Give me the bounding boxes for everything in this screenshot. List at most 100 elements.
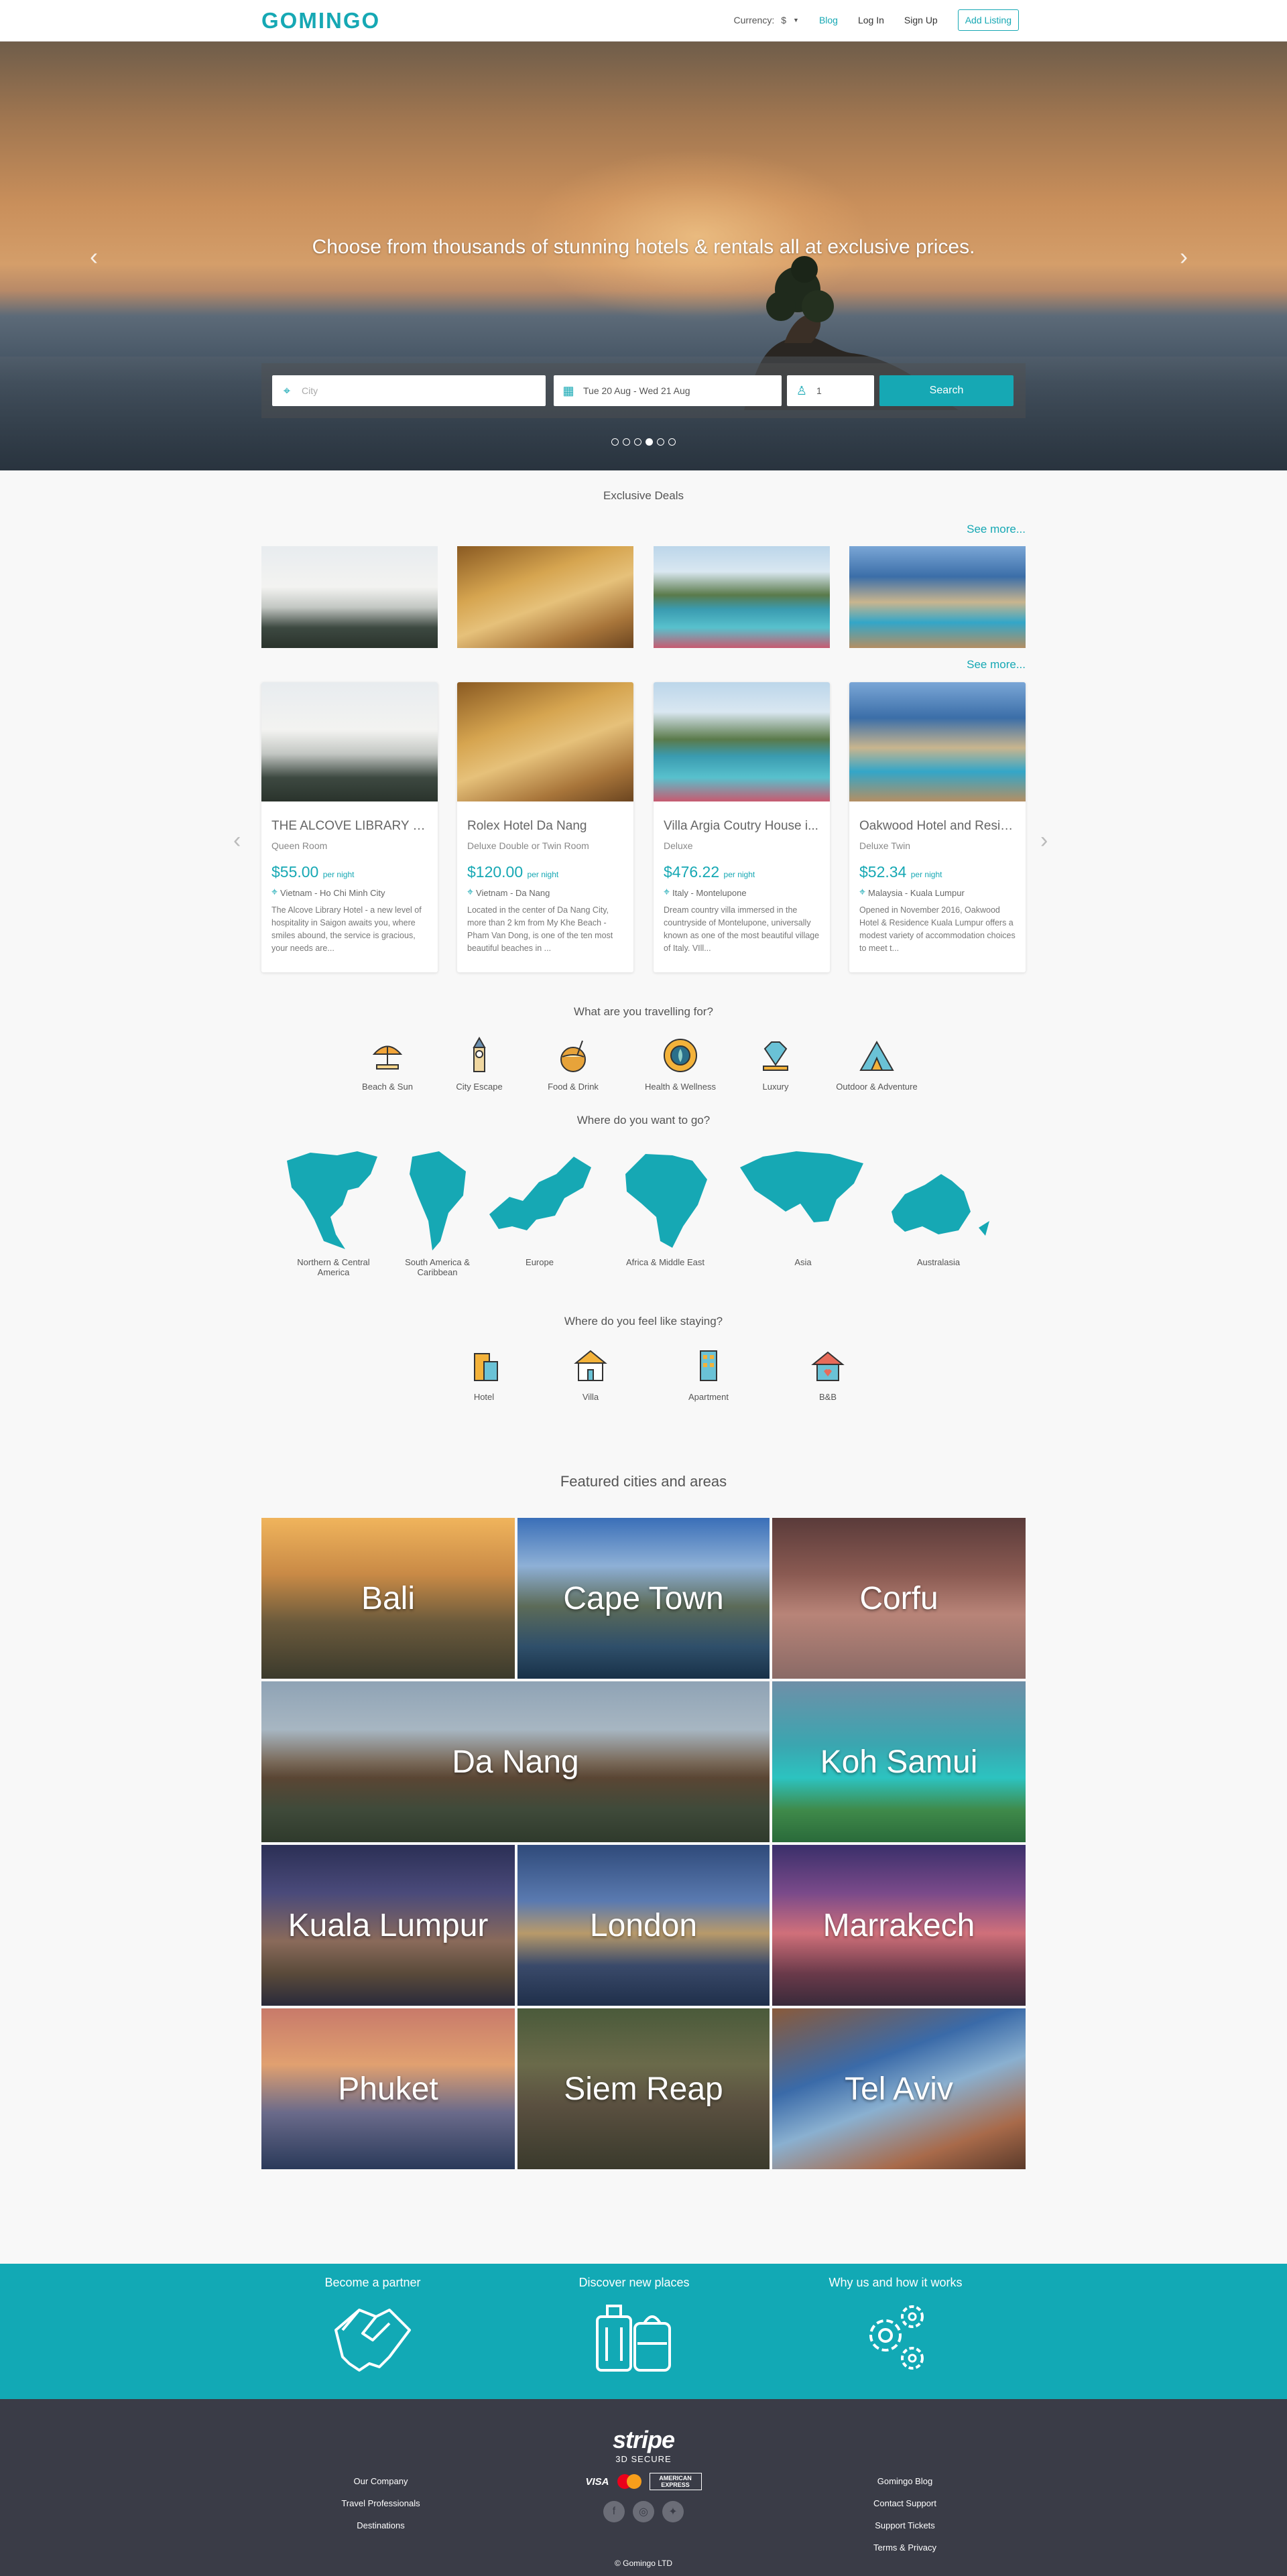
city-tile-marrakech[interactable]: Marrakech bbox=[772, 1845, 1026, 2006]
footer-link[interactable]: Travel Professionals bbox=[307, 2492, 454, 2514]
instagram-icon[interactable]: ◎ bbox=[633, 2501, 654, 2522]
region-asia[interactable]: Asia bbox=[736, 1147, 870, 1267]
city-tile-london[interactable]: London bbox=[517, 1845, 770, 2006]
deal-thumb[interactable] bbox=[457, 546, 633, 648]
city-tile-da-nang[interactable]: Da Nang bbox=[261, 1681, 770, 1842]
region-europe[interactable]: Europe bbox=[483, 1147, 597, 1267]
slider-dot[interactable] bbox=[623, 438, 630, 446]
search-button[interactable]: Search bbox=[879, 375, 1014, 406]
north-america-map-icon bbox=[286, 1151, 377, 1249]
deal-card[interactable]: Rolex Hotel Da Nang Deluxe Double or Twi… bbox=[457, 682, 633, 972]
region-south-america[interactable]: South America & Caribbean bbox=[399, 1147, 476, 1277]
slider-dot[interactable] bbox=[611, 438, 619, 446]
city-field[interactable]: ⌖ City bbox=[272, 375, 546, 406]
stay-label: Villa bbox=[582, 1392, 599, 1402]
deal-price: $120.00 per night bbox=[467, 863, 623, 881]
logo[interactable]: GOMINGO bbox=[261, 8, 380, 34]
stay-bnb[interactable]: B&B bbox=[778, 1346, 878, 1402]
become-partner[interactable]: Become a partner bbox=[265, 2276, 480, 2377]
footer-link[interactable]: Contact Support bbox=[831, 2492, 979, 2514]
signup-link[interactable]: Sign Up bbox=[904, 15, 938, 25]
twitter-icon[interactable]: ✦ bbox=[662, 2501, 684, 2522]
footer-right-links: Gomingo Blog Contact Support Support Tic… bbox=[831, 2470, 979, 2559]
chevron-left-icon[interactable]: ‹ bbox=[233, 828, 241, 854]
chevron-right-icon[interactable]: › bbox=[1180, 243, 1188, 271]
guests-field[interactable]: ♙ 1 bbox=[787, 375, 874, 406]
city-tile-siem-reap[interactable]: Siem Reap bbox=[517, 2008, 770, 2169]
travel-for-title: What are you travelling for? bbox=[574, 1005, 713, 1018]
city-tile-kuala-lumpur[interactable]: Kuala Lumpur bbox=[261, 1845, 515, 2006]
city-tile-tel-aviv[interactable]: Tel Aviv bbox=[772, 2008, 1026, 2169]
city-tile-koh-samui[interactable]: Koh Samui bbox=[772, 1681, 1026, 1842]
deal-thumb[interactable] bbox=[654, 546, 830, 648]
deal-thumb[interactable] bbox=[261, 546, 438, 648]
footer-link[interactable]: Support Tickets bbox=[831, 2514, 979, 2536]
stripe-logo: stripe bbox=[612, 2426, 675, 2453]
price-unit: per night bbox=[723, 870, 755, 879]
slider-dot[interactable] bbox=[668, 438, 676, 446]
band-label: Become a partner bbox=[324, 2276, 421, 2289]
why-us[interactable]: Why us and how it works bbox=[788, 2276, 1003, 2377]
location-pin-icon: ⌖ bbox=[283, 383, 291, 397]
payment-logos: VISA AMERICAN EXPRESS bbox=[0, 2473, 1287, 2490]
city-tile-bali[interactable]: Bali bbox=[261, 1518, 515, 1679]
region-africa[interactable]: Africa & Middle East bbox=[610, 1147, 721, 1267]
deal-thumb[interactable] bbox=[849, 546, 1026, 648]
deal-card[interactable]: Villa Argia Coutry House i... Deluxe $47… bbox=[654, 682, 830, 972]
city-tile-cape-town[interactable]: Cape Town bbox=[517, 1518, 770, 1679]
price-value: $55.00 bbox=[271, 863, 319, 881]
info-band: Become a partner Discover new places Why… bbox=[0, 2264, 1287, 2399]
price-unit: per night bbox=[322, 870, 355, 879]
visa-logo: VISA bbox=[585, 2475, 609, 2488]
currency-selector[interactable]: Currency: $ ▼ bbox=[734, 15, 799, 25]
stay-hotel[interactable]: Hotel bbox=[434, 1346, 534, 1402]
top-navbar: GOMINGO Currency: $ ▼ Blog Log In Sign U… bbox=[0, 0, 1287, 42]
category-city[interactable]: City Escape bbox=[429, 1035, 530, 1092]
footer-link[interactable]: Our Company bbox=[307, 2470, 454, 2492]
category-food[interactable]: Food & Drink bbox=[523, 1035, 623, 1092]
location-pin-icon: ⌖ bbox=[664, 887, 670, 898]
category-outdoor[interactable]: Outdoor & Adventure bbox=[826, 1035, 927, 1092]
city-name: Kuala Lumpur bbox=[288, 1907, 489, 1943]
deal-price: $476.22 per night bbox=[664, 863, 820, 881]
australasia-map-icon bbox=[892, 1174, 989, 1236]
see-more-link[interactable]: See more... bbox=[967, 523, 1026, 536]
blog-link[interactable]: Blog bbox=[819, 15, 838, 25]
category-health[interactable]: Health & Wellness bbox=[630, 1035, 731, 1092]
footer-link[interactable]: Destinations bbox=[307, 2514, 454, 2536]
date-field[interactable]: ▦ Tue 20 Aug - Wed 21 Aug bbox=[554, 375, 782, 406]
slider-dot-active[interactable] bbox=[646, 438, 653, 446]
deal-card[interactable]: Oakwood Hotel and Resid... Deluxe Twin $… bbox=[849, 682, 1026, 972]
deal-room: Deluxe Twin bbox=[859, 840, 911, 851]
stay-villa[interactable]: Villa bbox=[540, 1346, 641, 1402]
slider-dot[interactable] bbox=[657, 438, 664, 446]
city-tile-phuket[interactable]: Phuket bbox=[261, 2008, 515, 2169]
region-north-america[interactable]: Northern & Central America bbox=[282, 1147, 385, 1277]
region-australasia[interactable]: Australasia bbox=[885, 1147, 992, 1267]
secure-label: 3D SECURE bbox=[615, 2454, 672, 2464]
see-more-link[interactable]: See more... bbox=[967, 658, 1026, 671]
discover-places[interactable]: Discover new places bbox=[527, 2276, 741, 2377]
add-listing-button[interactable]: Add Listing bbox=[957, 9, 1019, 31]
footer-link[interactable]: Terms & Privacy bbox=[831, 2536, 979, 2559]
footer-link[interactable]: Gomingo Blog bbox=[831, 2470, 979, 2492]
stay-apartment[interactable]: Apartment bbox=[658, 1346, 759, 1402]
login-link[interactable]: Log In bbox=[858, 15, 884, 25]
deal-image bbox=[261, 682, 438, 801]
deal-card[interactable]: THE ALCOVE LIBRARY H... Queen Room $55.0… bbox=[261, 682, 438, 972]
slider-dot[interactable] bbox=[634, 438, 641, 446]
price-unit: per night bbox=[527, 870, 559, 879]
category-beach[interactable]: Beach & Sun bbox=[337, 1035, 438, 1092]
category-luxury[interactable]: Luxury bbox=[725, 1035, 826, 1092]
region-label: Africa & Middle East bbox=[625, 1257, 705, 1267]
city-tile-corfu[interactable]: Corfu bbox=[772, 1518, 1026, 1679]
deal-room: Deluxe Double or Twin Room bbox=[467, 840, 589, 851]
price-value: $476.22 bbox=[664, 863, 720, 881]
location-text: Malaysia - Kuala Lumpur bbox=[868, 887, 965, 898]
chevron-right-icon[interactable]: › bbox=[1040, 828, 1048, 854]
facebook-icon[interactable]: f bbox=[603, 2501, 625, 2522]
staying-title: Where do you feel like staying? bbox=[564, 1315, 723, 1328]
amex-logo: AMERICAN EXPRESS bbox=[649, 2473, 702, 2490]
chevron-left-icon[interactable]: ‹ bbox=[90, 243, 98, 271]
deal-name: Villa Argia Coutry House i... bbox=[664, 819, 818, 833]
